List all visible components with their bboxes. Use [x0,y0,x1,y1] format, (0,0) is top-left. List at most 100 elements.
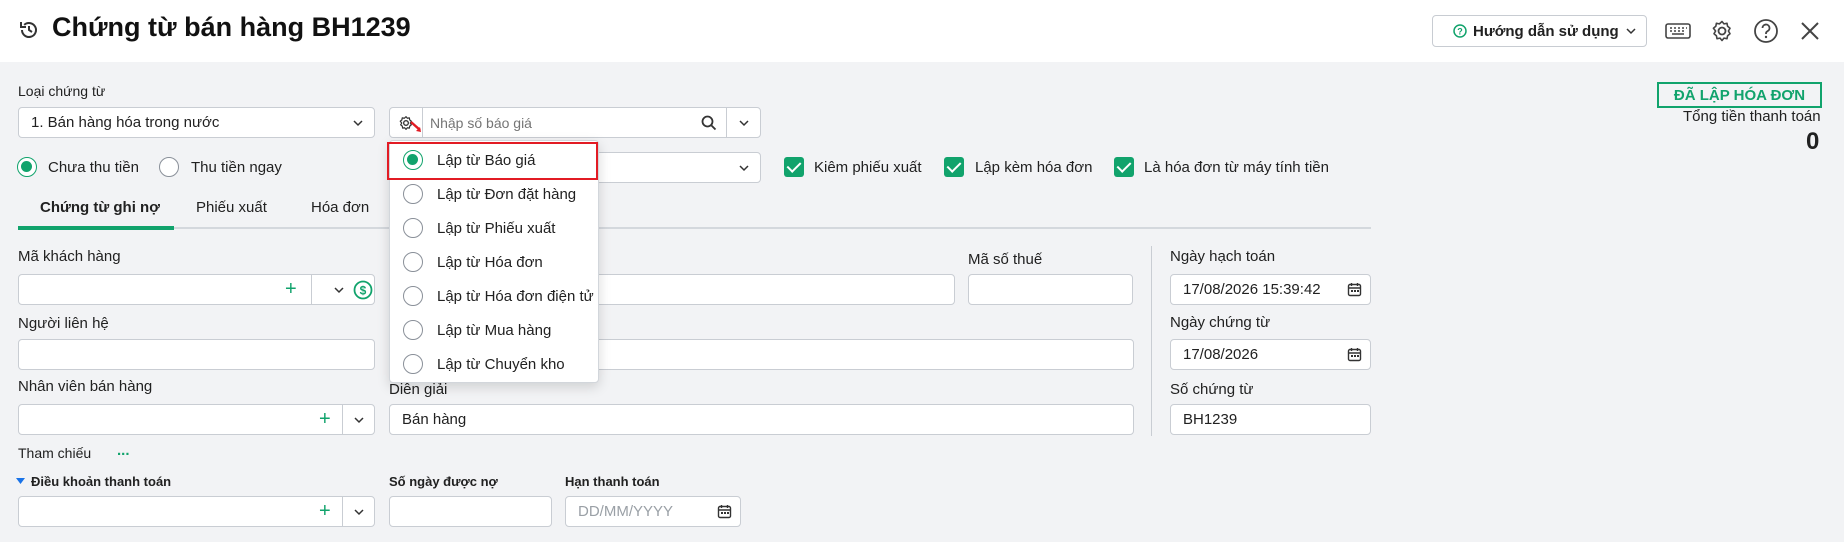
question-icon[interactable] [1752,17,1780,45]
menu-item-from-invoice[interactable]: Lập từ Hóa đơn [390,245,598,279]
calendar-icon[interactable] [717,504,732,519]
radio-from-purchase[interactable] [403,320,423,340]
posting-date-field[interactable]: 17/08/2026 15:39:42 [1170,274,1371,305]
tab-active-indicator [18,226,174,230]
section-divider [1151,246,1152,436]
description-label: Diễn giải [389,381,448,398]
radio-from-sales-order[interactable] [403,184,423,204]
credit-days-field[interactable] [389,496,552,527]
menu-item-label: Lập từ Đơn đặt hàng [437,185,577,203]
radio-pay-now[interactable] [159,157,179,177]
radio-unpaid[interactable] [17,157,37,177]
checkbox-with-invoice[interactable] [944,157,964,177]
reference-more-link[interactable]: ... [117,442,130,459]
radio-from-transfer[interactable] [403,354,423,374]
posting-date-value: 17/08/2026 15:39:42 [1183,281,1321,298]
credit-days-label: Số ngày được nợ [389,474,498,489]
voucher-date-value: 17/08/2026 [1183,346,1259,363]
dollar-circle-icon[interactable]: $ [353,280,373,300]
checkbox-stock-out[interactable] [784,157,804,177]
voucher-date-field[interactable]: 17/08/2026 [1170,339,1371,370]
header-bar: Chứng từ bán hàng BH1239 ? Hướng dẫn sử … [0,0,1844,62]
menu-item-from-transfer[interactable]: Lập từ Chuyển kho [390,347,598,381]
customer-code-label: Mã khách hàng [18,248,121,265]
gear-icon[interactable] [1708,17,1736,45]
description-field[interactable]: Bán hàng [389,404,1134,435]
chevron-down-icon[interactable] [738,117,750,129]
keyboard-icon[interactable] [1664,17,1692,45]
divider [342,497,343,526]
highlight-annotation-box [387,142,598,180]
checkbox-cash-register-invoice-label: Là hóa đơn từ máy tính tiền [1144,159,1329,176]
chevron-down-icon [352,117,364,129]
salesperson-label: Nhân viên bán hàng [18,378,153,395]
help-circle-icon: ? [1453,24,1467,38]
customer-code-field[interactable]: + [18,274,375,305]
payment-terms-label: Điều khoản thanh toán [31,474,172,489]
help-guide-label: Hướng dẫn sử dụng [1473,22,1619,40]
divider [726,108,727,137]
quote-search-input[interactable] [430,113,680,133]
radio-from-e-invoice[interactable] [403,286,423,306]
voucher-number-value: BH1239 [1183,411,1238,428]
checkbox-cash-register-invoice[interactable] [1114,157,1134,177]
divider [311,275,312,304]
voucher-number-label: Số chứng từ [1170,381,1254,398]
radio-from-invoice[interactable] [403,252,423,272]
due-date-label: Hạn thanh toán [565,474,660,489]
description-value: Bán hàng [402,411,467,428]
total-payment-label: Tổng tiền thanh toán [1683,108,1821,125]
calendar-icon[interactable] [1347,347,1362,362]
menu-item-label: Lập từ Phiếu xuất [437,219,556,237]
divider [422,108,423,137]
caret-down-icon[interactable] [16,477,25,485]
menu-item-label: Lập từ Hóa đơn [437,253,543,271]
search-icon[interactable] [701,115,717,131]
plus-icon[interactable]: + [319,408,331,431]
due-date-field[interactable]: DD/MM/YYYY [565,496,741,527]
contact-field[interactable] [18,339,375,370]
tab-stock-out[interactable]: Phiếu xuất [196,199,267,216]
chevron-down-icon [1625,25,1637,37]
salesperson-field[interactable]: + [18,404,375,435]
plus-icon[interactable]: + [319,500,331,523]
menu-item-from-purchase[interactable]: Lập từ Mua hàng [390,313,598,347]
contact-label: Người liên hệ [18,315,109,332]
calendar-icon[interactable] [1347,282,1362,297]
tax-code-field[interactable] [968,274,1133,305]
total-payment-value: 0 [1806,128,1820,155]
page-title: Chứng từ bán hàng BH1239 [52,12,411,42]
divider [342,405,343,434]
chevron-down-icon[interactable] [353,506,365,518]
voucher-type-value: 1. Bán hàng hóa trong nước [31,114,220,131]
quote-search-field[interactable] [389,107,761,138]
radio-from-stock-out[interactable] [403,218,423,238]
voucher-type-select[interactable]: 1. Bán hàng hóa trong nước [18,107,375,138]
payment-terms-field[interactable]: + [18,496,375,527]
posting-date-label: Ngày hạch toán [1170,248,1276,265]
tab-invoice[interactable]: Hóa đơn [311,199,369,216]
help-guide-button[interactable]: ? Hướng dẫn sử dụng [1432,15,1647,47]
voucher-type-label: Loại chứng từ [18,83,106,99]
menu-item-label: Lập từ Chuyển kho [437,355,565,373]
tab-divider [18,227,1371,229]
tax-code-label: Mã số thuế [968,251,1043,268]
menu-item-from-e-invoice[interactable]: Lập từ Hóa đơn điện tử [390,279,598,313]
checkbox-with-invoice-label: Lập kèm hóa đơn [975,159,1093,176]
plus-icon[interactable]: + [285,278,297,301]
voucher-number-field[interactable]: BH1239 [1170,404,1371,435]
tab-debit-voucher[interactable]: Chứng từ ghi nợ [40,199,160,216]
menu-item-from-stock-out[interactable]: Lập từ Phiếu xuất [390,211,598,245]
menu-item-from-sales-order[interactable]: Lập từ Đơn đặt hàng [390,177,598,211]
history-icon[interactable] [18,19,40,41]
chevron-down-icon[interactable] [333,284,345,296]
menu-item-label: Lập từ Mua hàng [437,321,552,339]
menu-item-label: Lập từ Hóa đơn điện tử [437,287,594,305]
close-icon[interactable] [1796,17,1824,45]
radio-pay-now-label: Thu tiền ngay [191,159,282,176]
chevron-down-icon[interactable] [353,414,365,426]
svg-text:?: ? [1457,27,1463,37]
checkbox-stock-out-label: Kiêm phiếu xuất [814,159,922,176]
svg-text:$: $ [360,284,367,298]
reference-label: Tham chiếu [18,445,92,461]
